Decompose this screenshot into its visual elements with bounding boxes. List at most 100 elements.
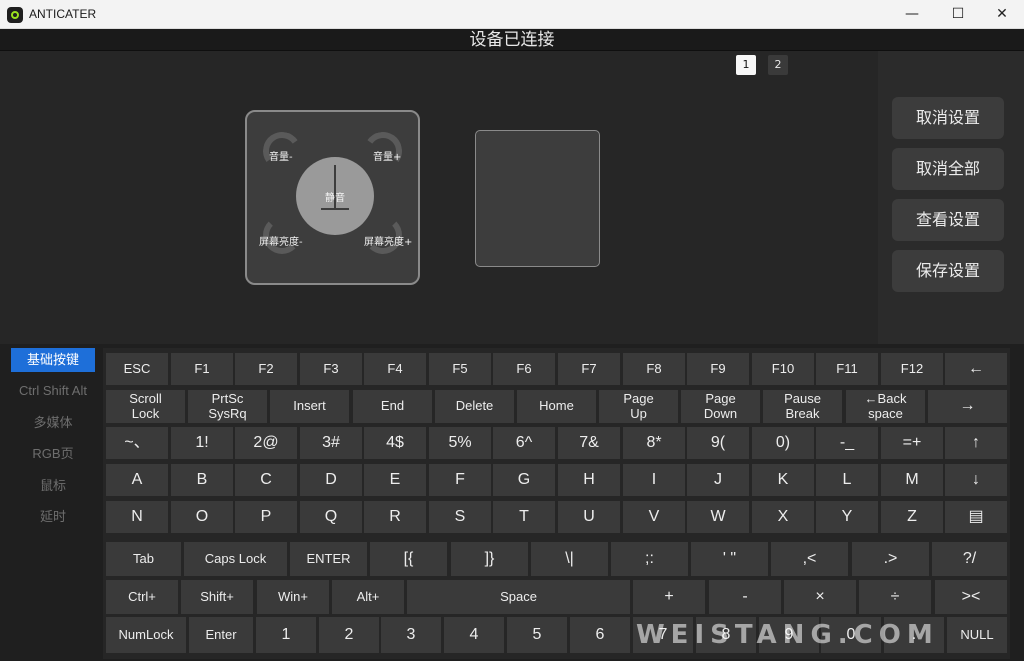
key[interactable]: 6^ [493, 427, 555, 459]
key[interactable]: F4 [364, 353, 426, 385]
key[interactable]: 5% [429, 427, 491, 459]
key[interactable]: ← [945, 353, 1007, 385]
key[interactable]: ÷ [859, 580, 931, 614]
key[interactable]: F9 [687, 353, 749, 385]
knob-press-button[interactable]: 静音 [296, 157, 374, 235]
key[interactable]: F6 [493, 353, 555, 385]
category-mouse[interactable]: 鼠标 [11, 474, 95, 498]
key[interactable]: ↑ [945, 427, 1007, 459]
key[interactable]: D [300, 464, 362, 496]
category-delay[interactable]: 延时 [11, 505, 95, 529]
key[interactable]: 8* [623, 427, 685, 459]
key[interactable]: F7 [558, 353, 620, 385]
key[interactable]: Delete [435, 390, 514, 423]
close-button[interactable]: ✕ [979, 0, 1024, 29]
key[interactable]: Tab [106, 542, 181, 576]
key[interactable]: H [558, 464, 620, 496]
key[interactable]: Ctrl+ [106, 580, 178, 614]
key[interactable]: F11 [816, 353, 878, 385]
key[interactable]: 3 [381, 617, 441, 653]
key[interactable]: 3# [300, 427, 362, 459]
category-rgb[interactable]: RGB页 [11, 442, 95, 466]
key[interactable]: Shift+ [181, 580, 253, 614]
key[interactable]: → [928, 390, 1007, 423]
key[interactable]: ;: [611, 542, 688, 576]
key[interactable]: V [623, 501, 685, 533]
key[interactable]: E [364, 464, 426, 496]
key[interactable]: L [816, 464, 878, 496]
key[interactable]: 1 [256, 617, 316, 653]
key[interactable]: Page Down [681, 390, 760, 423]
key[interactable]: Alt+ [332, 580, 404, 614]
key[interactable]: ?/ [932, 542, 1007, 576]
key[interactable]: ←Back space [846, 390, 925, 423]
key[interactable]: -_ [816, 427, 878, 459]
key[interactable]: W [687, 501, 749, 533]
key[interactable]: J [687, 464, 749, 496]
key[interactable]: I [623, 464, 685, 496]
key[interactable]: [{ [370, 542, 447, 576]
key[interactable]: 5 [507, 617, 567, 653]
category-multimedia[interactable]: 多媒体 [11, 411, 95, 435]
key[interactable]: 9( [687, 427, 749, 459]
key[interactable]: A [106, 464, 168, 496]
key[interactable]: ' " [691, 542, 768, 576]
category-basic-keys[interactable]: 基础按键 [11, 348, 95, 372]
key[interactable]: \| [531, 542, 608, 576]
key[interactable]: Home [517, 390, 596, 423]
key[interactable]: F [429, 464, 491, 496]
key[interactable]: 7& [558, 427, 620, 459]
key[interactable]: F2 [235, 353, 297, 385]
key[interactable]: Scroll Lock [106, 390, 185, 423]
key[interactable]: N [106, 501, 168, 533]
key[interactable]: ,< [771, 542, 848, 576]
key[interactable]: ▤ [945, 501, 1007, 533]
key[interactable]: 0) [752, 427, 814, 459]
key[interactable]: PrtSc SysRq [188, 390, 267, 423]
key[interactable]: NumLock [106, 617, 186, 653]
key[interactable]: F8 [623, 353, 685, 385]
key[interactable]: 2@ [235, 427, 297, 459]
key[interactable]: - [709, 580, 781, 614]
key[interactable]: C [235, 464, 297, 496]
page-button-2[interactable]: 2 [768, 55, 788, 75]
key[interactable]: 4 [444, 617, 504, 653]
maximize-button[interactable]: ☐ [935, 0, 981, 29]
key[interactable]: ESC [106, 353, 168, 385]
key[interactable]: End [353, 390, 432, 423]
key[interactable]: ]} [451, 542, 528, 576]
key[interactable]: X [752, 501, 814, 533]
key[interactable]: .> [852, 542, 929, 576]
key[interactable]: Z [881, 501, 943, 533]
key[interactable]: Insert [270, 390, 349, 423]
key[interactable]: × [784, 580, 856, 614]
key[interactable]: Q [300, 501, 362, 533]
key[interactable]: K [752, 464, 814, 496]
key[interactable]: 4$ [364, 427, 426, 459]
key[interactable]: F5 [429, 353, 491, 385]
category-modifiers[interactable]: Ctrl Shift Alt [11, 379, 95, 403]
key[interactable]: Page Up [599, 390, 678, 423]
save-setting-button[interactable]: 保存设置 [892, 250, 1004, 292]
key[interactable]: F12 [881, 353, 943, 385]
key[interactable]: ↓ [945, 464, 1007, 496]
key[interactable]: F1 [171, 353, 233, 385]
key[interactable]: Y [816, 501, 878, 533]
key[interactable]: =+ [881, 427, 943, 459]
page-button-1[interactable]: 1 [736, 55, 756, 75]
key[interactable]: M [881, 464, 943, 496]
key[interactable]: T [493, 501, 555, 533]
key[interactable]: 1! [171, 427, 233, 459]
key[interactable]: Caps Lock [184, 542, 287, 576]
key[interactable]: Space [407, 580, 630, 614]
key[interactable]: Pause Break [763, 390, 842, 423]
knob-card[interactable]: 音量- 音量+ 屏幕亮度- 屏幕亮度+ 静音 [245, 110, 420, 285]
key[interactable]: R [364, 501, 426, 533]
key[interactable]: + [633, 580, 705, 614]
key[interactable]: B [171, 464, 233, 496]
key[interactable]: 6 [570, 617, 630, 653]
key[interactable]: NULL [947, 617, 1007, 653]
key[interactable]: 2 [319, 617, 379, 653]
key[interactable]: O [171, 501, 233, 533]
minimize-button[interactable]: — [889, 0, 935, 29]
